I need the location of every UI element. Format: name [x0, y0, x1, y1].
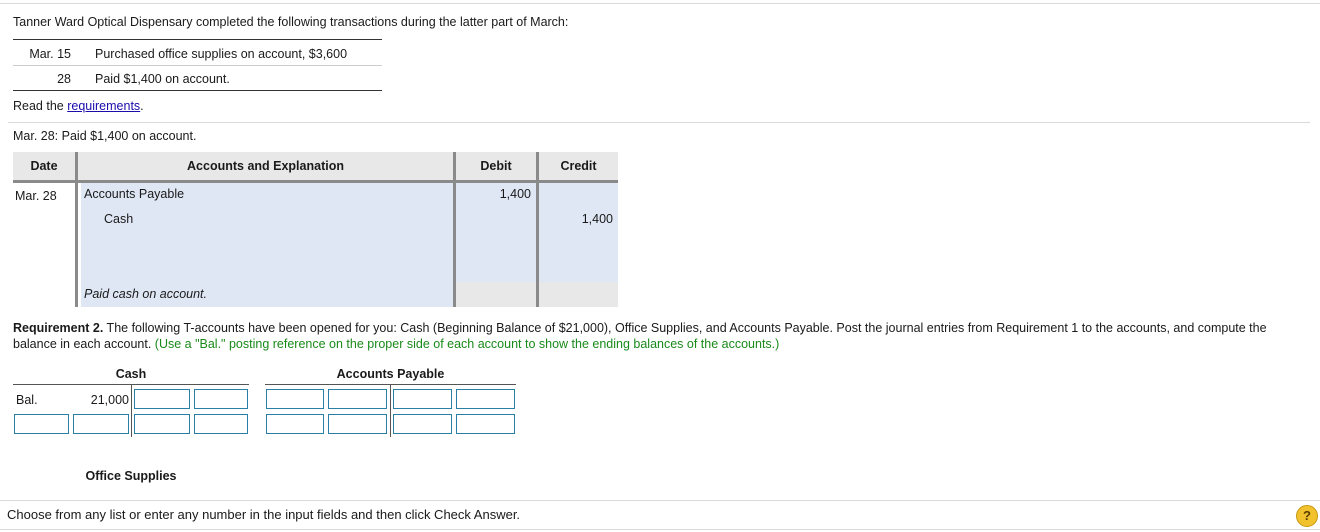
ap-debit-ref-input-1[interactable]	[266, 389, 324, 409]
requirements-link[interactable]: requirements	[67, 99, 140, 113]
ap-credit-amount-input-1[interactable]	[456, 389, 515, 409]
header-credit: Credit	[539, 152, 618, 180]
read-suffix: .	[140, 99, 144, 113]
debit-account: Accounts Payable	[84, 187, 185, 201]
transaction-desc: Paid $1,400 on account.	[95, 72, 230, 86]
top-divider	[0, 3, 1320, 4]
entry-date: Mar. 28	[15, 189, 57, 203]
bottom-divider	[0, 529, 1320, 530]
ap-debit-amount-input-1[interactable]	[328, 389, 387, 409]
column-divider	[453, 152, 456, 307]
cash-t-stem	[131, 384, 132, 437]
entry-explanation: Paid cash on account.	[84, 287, 207, 301]
header-accounts: Accounts and Explanation	[78, 152, 453, 180]
cash-debit-ref-input-2[interactable]	[14, 414, 69, 434]
column-divider	[75, 152, 78, 307]
task-line: Mar. 28: Paid $1,400 on account.	[13, 129, 197, 143]
ap-debit-ref-input-2[interactable]	[266, 414, 324, 434]
ap-credit-ref-input-1[interactable]	[393, 389, 452, 409]
journal-entry-table: Date Accounts and Explanation Debit Cred…	[13, 152, 618, 307]
footer-instructions: Choose from any list or enter any number…	[7, 507, 521, 522]
transaction-date: 28	[57, 72, 71, 86]
transaction-row: Mar. 15 Purchased office supplies on acc…	[13, 40, 382, 66]
transactions-table: Mar. 15 Purchased office supplies on acc…	[13, 39, 382, 91]
section-divider	[8, 122, 1310, 123]
credit-amount: 1,400	[581, 212, 613, 226]
header-debit: Debit	[456, 152, 536, 180]
explanation-debit-cell	[456, 282, 536, 307]
office-supplies-account-title: Office Supplies	[85, 469, 177, 483]
read-prefix: Read the	[13, 99, 68, 113]
cash-credit-ref-input-2[interactable]	[134, 414, 190, 434]
ap-account-title: Accounts Payable	[336, 367, 445, 381]
transaction-date: Mar. 15	[29, 47, 71, 61]
cash-credit-ref-input-1[interactable]	[134, 389, 190, 409]
ap-t-stem	[390, 384, 391, 437]
credit-account: Cash	[104, 212, 134, 226]
cash-credit-amount-input-1[interactable]	[194, 389, 248, 409]
ap-debit-amount-input-2[interactable]	[328, 414, 387, 434]
debit-amount: 1,400	[499, 187, 531, 201]
header-date: Date	[13, 152, 75, 180]
requirement-2-text: Requirement 2. The following T-accounts …	[13, 320, 1308, 352]
intro-text: Tanner Ward Optical Dispensary completed…	[13, 15, 569, 29]
ap-credit-amount-input-2[interactable]	[456, 414, 515, 434]
cash-bal-label: Bal.	[16, 393, 38, 407]
transaction-row: 28 Paid $1,400 on account.	[13, 65, 382, 90]
cash-debit-amount-input-2[interactable]	[73, 414, 129, 434]
requirement-hint: (Use a "Bal." posting reference on the p…	[154, 337, 780, 351]
credit-cell	[539, 183, 618, 282]
cash-account-title: Cash	[115, 367, 147, 381]
cash-bal-value: 21,000	[90, 393, 129, 407]
transaction-desc: Purchased office supplies on account, $3…	[95, 47, 348, 61]
help-icon[interactable]: ?	[1296, 505, 1318, 527]
read-requirements: Read the requirements.	[13, 99, 144, 113]
ap-credit-ref-input-2[interactable]	[393, 414, 452, 434]
explanation-credit-cell	[539, 282, 618, 307]
footer-divider	[0, 500, 1320, 501]
cash-credit-amount-input-2[interactable]	[194, 414, 248, 434]
requirement-label: Requirement 2.	[13, 321, 104, 335]
column-divider	[536, 152, 539, 307]
